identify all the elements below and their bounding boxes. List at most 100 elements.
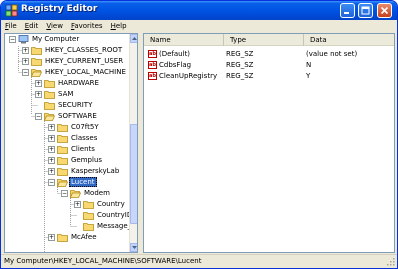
list-header: Name Type Data xyxy=(144,34,394,46)
arrow-up-icon xyxy=(132,37,137,40)
tree-label: Country xyxy=(97,200,125,208)
tree-rows: − My Computer + HKEY_CLASSES_ROOT + HKEY… xyxy=(5,34,133,252)
expand-icon[interactable]: + xyxy=(48,234,55,241)
folder-icon xyxy=(31,57,42,66)
collapse-icon[interactable]: − xyxy=(22,69,29,76)
minimize-icon xyxy=(344,12,349,14)
expand-icon[interactable]: + xyxy=(35,91,42,98)
string-value-icon: ab xyxy=(148,71,157,80)
tree-label: HKEY_CLASSES_ROOT xyxy=(45,46,123,54)
list-row[interactable]: ab CdbsFlag REG_SZ N xyxy=(144,59,311,70)
open-folder-icon xyxy=(57,178,68,187)
maximize-button[interactable] xyxy=(358,3,373,18)
tree-label: Clients xyxy=(71,145,95,153)
tree-guide-lines xyxy=(18,46,77,252)
open-folder-icon xyxy=(31,68,42,77)
tree-label: HKEY_LOCAL_MACHINE xyxy=(45,68,126,76)
registry-app-icon xyxy=(5,4,18,17)
maximize-icon xyxy=(361,6,370,15)
title-bar[interactable]: Registry Editor xyxy=(1,1,397,20)
column-header-name[interactable]: Name xyxy=(144,34,224,46)
close-button[interactable] xyxy=(377,3,392,18)
open-folder-icon xyxy=(44,112,55,121)
tree-label: SAM xyxy=(58,90,74,98)
list-row[interactable]: ab CleanUpRegistry REG_SZ Y xyxy=(144,70,310,81)
value-type: REG_SZ xyxy=(226,60,254,69)
open-folder-icon xyxy=(70,189,81,198)
scroll-thumb[interactable] xyxy=(130,124,137,224)
menu-view[interactable]: View xyxy=(46,22,63,30)
close-icon xyxy=(380,6,389,15)
expand-icon[interactable]: + xyxy=(22,47,29,54)
scroll-up-button[interactable] xyxy=(130,34,137,43)
expand-icon[interactable]: + xyxy=(74,201,81,208)
folder-icon xyxy=(44,90,55,99)
tree-label: CountryID xyxy=(97,211,133,219)
arrow-down-icon xyxy=(132,246,137,249)
expand-icon[interactable]: + xyxy=(22,58,29,65)
tree-vertical-scrollbar[interactable] xyxy=(129,34,137,252)
tree-label: KasperskyLab xyxy=(71,167,120,175)
string-value-icon: ab xyxy=(148,49,157,58)
folder-icon xyxy=(44,101,55,110)
menu-file[interactable]: File xyxy=(5,22,17,30)
column-header-type[interactable]: Type xyxy=(224,34,304,46)
tree-label: HARDWARE xyxy=(58,79,99,87)
expand-icon[interactable]: + xyxy=(48,168,55,175)
expand-icon[interactable]: + xyxy=(48,157,55,164)
window-title: Registry Editor xyxy=(21,4,98,14)
tree-label: Modem xyxy=(84,189,110,197)
computer-icon xyxy=(18,35,29,44)
folder-icon xyxy=(83,211,94,220)
scroll-down-button[interactable] xyxy=(130,243,137,252)
folder-icon xyxy=(83,200,94,209)
collapse-icon[interactable]: − xyxy=(35,113,42,120)
collapse-icon[interactable]: − xyxy=(48,179,55,186)
collapse-icon[interactable]: − xyxy=(61,190,68,197)
status-bar: My Computer\HKEY_LOCAL_MACHINE\SOFTWARE\… xyxy=(1,254,397,268)
status-path: My Computer\HKEY_LOCAL_MACHINE\SOFTWARE\… xyxy=(4,257,202,265)
tree-label: Gemplus xyxy=(71,156,103,164)
minimize-button[interactable] xyxy=(340,3,355,18)
value-type: REG_SZ xyxy=(226,71,254,80)
tree-label: SOFTWARE xyxy=(58,112,97,120)
tree-label: Classes xyxy=(71,134,98,142)
folder-icon xyxy=(57,145,68,154)
tree-label: McAfee xyxy=(71,233,97,241)
tree-label-selected: Lucent xyxy=(69,177,97,187)
expand-icon[interactable]: + xyxy=(48,135,55,142)
values-list-pane[interactable]: Name Type Data ab (Default) REG_SZ (valu… xyxy=(143,33,395,253)
expand-icon[interactable]: + xyxy=(48,124,55,131)
menu-edit[interactable]: Edit xyxy=(25,22,39,30)
folder-icon xyxy=(57,156,68,165)
value-data: N xyxy=(306,60,312,69)
tree-label: HKEY_CURRENT_USER xyxy=(45,57,124,65)
folder-icon xyxy=(57,134,68,143)
registry-tree-pane[interactable]: − My Computer + HKEY_CLASSES_ROOT + HKEY… xyxy=(4,33,138,253)
expand-icon[interactable]: + xyxy=(35,80,42,87)
tree-label: SECURITY xyxy=(58,101,93,109)
folder-icon xyxy=(57,123,68,132)
menu-favorites[interactable]: Favorites xyxy=(71,22,103,30)
folder-icon xyxy=(57,167,68,176)
folder-icon xyxy=(83,222,94,231)
tree-label: C07ft5Y xyxy=(71,123,99,131)
column-header-data[interactable]: Data xyxy=(304,34,394,46)
value-data: Y xyxy=(306,71,311,80)
menu-help[interactable]: Help xyxy=(111,22,127,30)
tree-label: My Computer xyxy=(32,35,80,43)
registry-editor-window: Registry Editor File Edit View Favorites… xyxy=(0,0,398,269)
menu-bar: File Edit View Favorites Help xyxy=(1,20,397,32)
value-name: CdbsFlag xyxy=(159,60,192,69)
folder-icon xyxy=(44,79,55,88)
resize-grip-icon[interactable] xyxy=(385,256,395,266)
value-name: (Default) xyxy=(159,49,191,58)
value-type: REG_SZ xyxy=(226,49,254,58)
list-row[interactable]: ab (Default) REG_SZ (value not set) xyxy=(144,48,357,59)
expand-icon[interactable]: + xyxy=(48,146,55,153)
collapse-icon[interactable]: − xyxy=(9,36,16,43)
string-value-icon: ab xyxy=(148,60,157,69)
value-name: CleanUpRegistry xyxy=(159,71,218,80)
value-data: (value not set) xyxy=(306,49,358,58)
folder-icon xyxy=(31,46,42,55)
